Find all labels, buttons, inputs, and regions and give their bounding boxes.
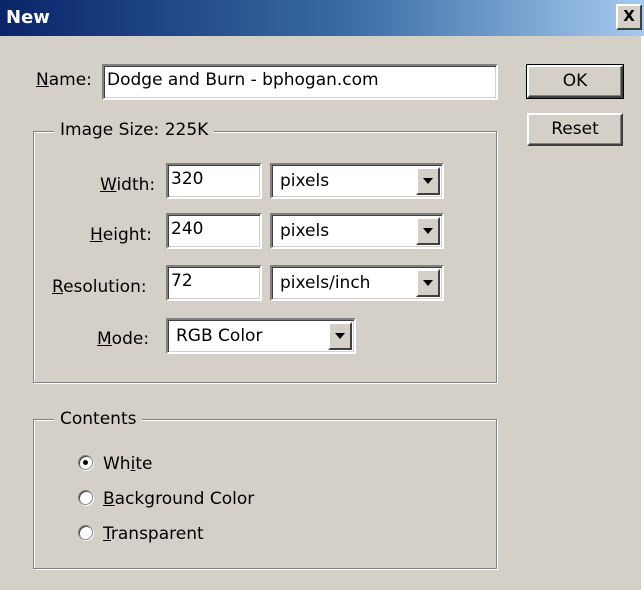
radio-white[interactable]: White	[78, 454, 152, 474]
mode-value: RGB Color	[176, 326, 263, 346]
contents-legend: Contents	[54, 409, 143, 429]
resolution-unit-select[interactable]: pixels/inch	[270, 265, 444, 301]
height-unit-value: pixels	[280, 221, 330, 241]
width-input[interactable]: 320	[166, 163, 262, 199]
width-unit-select[interactable]: pixels	[270, 163, 444, 199]
resolution-unit-value: pixels/inch	[280, 273, 371, 293]
radio-unchecked-icon[interactable]	[78, 489, 93, 505]
radio-transparent-label: Transparent	[103, 524, 204, 544]
height-input[interactable]: 240	[166, 213, 262, 249]
radio-white-label: White	[103, 454, 153, 474]
height-label: Height:	[90, 225, 152, 245]
resolution-label: Resolution:	[52, 277, 147, 297]
radio-checked-icon[interactable]	[78, 454, 93, 470]
width-unit-value: pixels	[280, 171, 330, 191]
window-title: New	[6, 7, 50, 28]
radio-unchecked-icon[interactable]	[78, 524, 93, 540]
ok-button[interactable]: OK	[526, 64, 624, 99]
radio-background-color[interactable]: Background Color	[78, 489, 254, 509]
chevron-down-icon[interactable]	[416, 269, 440, 297]
name-label: Name:	[36, 70, 92, 90]
width-label: Width:	[100, 175, 156, 195]
image-size-legend: Image Size: 225K	[54, 120, 215, 140]
chevron-down-icon[interactable]	[416, 217, 440, 245]
height-unit-select[interactable]: pixels	[270, 213, 444, 249]
close-button[interactable]: X	[616, 4, 642, 30]
name-field[interactable]: Dodge and Burn - bphogan.com	[102, 64, 498, 100]
title-bar[interactable]: New X	[0, 0, 644, 36]
mode-label: Mode:	[97, 329, 150, 349]
radio-transparent[interactable]: Transparent	[78, 524, 204, 544]
resolution-input[interactable]: 72	[166, 265, 262, 301]
radio-background-color-label: Background Color	[103, 489, 255, 509]
image-size-value: 225K	[164, 120, 209, 140]
new-document-dialog: New X Name: Dodge and Burn - bphogan.com…	[0, 0, 644, 590]
chevron-down-icon[interactable]	[328, 322, 352, 350]
chevron-down-icon[interactable]	[416, 167, 440, 195]
mode-select[interactable]: RGB Color	[166, 318, 356, 354]
reset-button[interactable]: Reset	[527, 113, 623, 146]
